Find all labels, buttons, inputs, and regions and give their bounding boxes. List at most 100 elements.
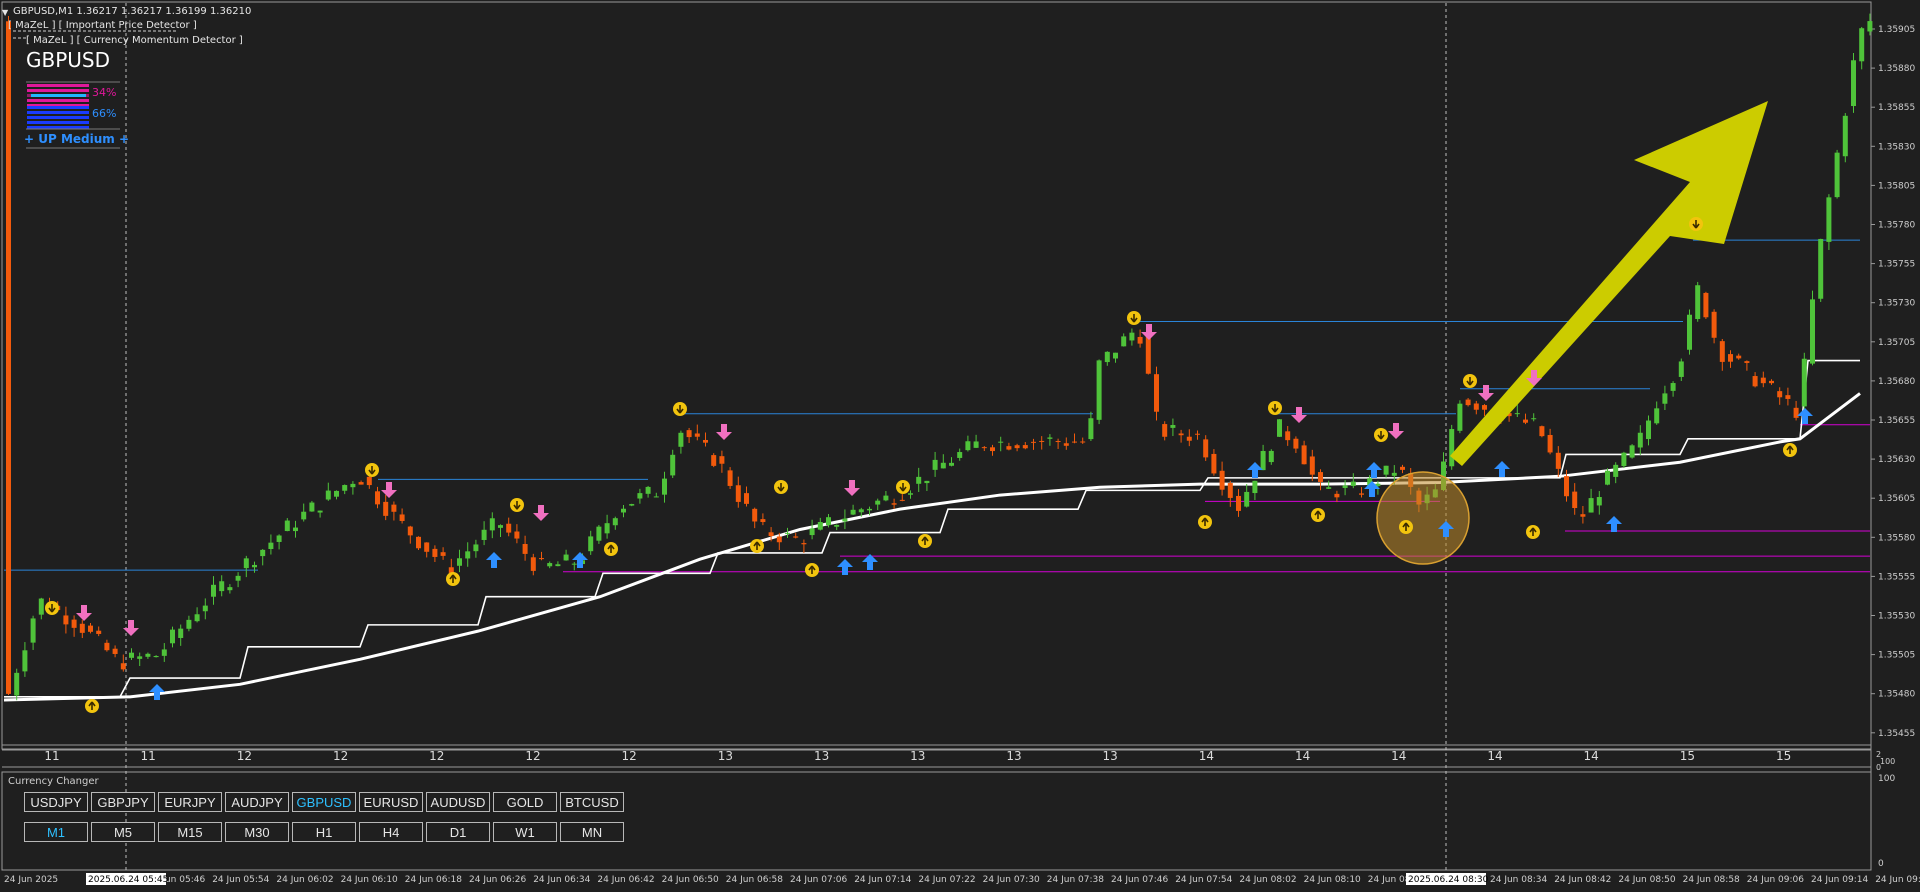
bull-candle (826, 517, 831, 526)
timeframe-button-m1[interactable]: M1 (24, 822, 88, 842)
bear-candle (1580, 514, 1586, 517)
bear-candle (793, 536, 799, 538)
meter-sell-bar (27, 89, 89, 92)
bull-candle (1104, 351, 1110, 363)
bull-candle (1842, 115, 1848, 157)
bull-candle (334, 490, 339, 497)
bear-candle (1711, 311, 1717, 338)
bear-candle (1547, 434, 1553, 453)
bear-candle (899, 499, 905, 501)
bull-candle (465, 551, 471, 559)
bear-candle (1523, 419, 1528, 423)
bear-candle (530, 557, 536, 571)
time-label: 24 Jun 2025 (4, 875, 58, 885)
sell-arrow (123, 620, 139, 636)
bull-candle (612, 518, 618, 526)
buy-percent: 66% (92, 107, 117, 120)
bear-candle (1334, 493, 1340, 498)
bear-candle (694, 433, 700, 437)
bull-candle (1596, 497, 1602, 506)
time-label: 24 Jun 07:54 (1175, 875, 1232, 885)
bear-candle (1293, 438, 1299, 449)
price-chart[interactable]: 1.35905 1.35880 1.35855 1.35830 1.35805 1.357… (0, 0, 1920, 892)
price-label: 1.35880 (1878, 64, 1915, 74)
timeframe-button-d1[interactable]: D1 (426, 822, 490, 842)
timeframe-button-h4[interactable]: H4 (359, 822, 423, 842)
big-trend-arrow (1450, 101, 1768, 466)
bear-candle (1080, 441, 1086, 443)
bull-candle (883, 495, 889, 501)
bear-candle (1359, 493, 1364, 495)
bull-candle (637, 493, 643, 499)
bull-candle (1342, 485, 1348, 488)
symbol-button-gbpjpy[interactable]: GBPJPY (91, 792, 155, 812)
sell-arrow (76, 605, 92, 621)
bull-candle (1646, 420, 1651, 440)
momentum-label: 12 (525, 749, 540, 763)
bear-candle (1769, 380, 1774, 384)
bull-candle (219, 581, 225, 592)
bear-candle (391, 504, 397, 512)
bear-candle (801, 543, 807, 545)
bull-candle (137, 656, 143, 659)
symbol-button-audusd[interactable]: AUDUSD (426, 792, 490, 812)
timeframe-button-mn[interactable]: MN (560, 822, 624, 842)
indicator-label-momentum-detector: [ MaZeL ] [ Currency Momentum Detector ] (26, 35, 243, 46)
bear-candle (776, 536, 782, 543)
bear-candle (1572, 491, 1578, 509)
bear-candle (1719, 341, 1725, 362)
bull-candle (309, 502, 315, 512)
bear-candle (416, 536, 421, 549)
bull-candle (1383, 465, 1389, 475)
bull-candle (276, 535, 282, 542)
bull-candle (1670, 383, 1676, 391)
bull-candle (571, 563, 577, 565)
symbol-button-audjpy[interactable]: AUDJPY (225, 792, 289, 812)
timeframe-button-m15[interactable]: M15 (158, 822, 222, 842)
bear-candle (120, 663, 126, 670)
buy-arrow (1366, 462, 1382, 478)
price-label: 1.35580 (1878, 533, 1915, 543)
timeframe-button-m5[interactable]: M5 (91, 822, 155, 842)
price-label: 1.35605 (1878, 494, 1915, 504)
sell-arrow (1291, 407, 1307, 423)
bear-candle (727, 470, 733, 486)
momentum-label: 15 (1776, 749, 1791, 763)
bear-candle (1186, 436, 1192, 441)
timeframe-button-w1[interactable]: W1 (493, 822, 557, 842)
bear-candle (752, 508, 758, 522)
buy-arrow (1606, 516, 1622, 532)
bear-candle (1400, 466, 1405, 470)
time-label: 24 Jun 06:26 (469, 875, 526, 885)
bull-candle (325, 490, 331, 500)
meter-sell-bar (27, 99, 89, 102)
timeframe-button-m30[interactable]: M30 (225, 822, 289, 842)
price-label: 1.35630 (1878, 455, 1915, 465)
bull-candle (301, 511, 307, 520)
price-label: 1.35905 (1878, 25, 1915, 35)
timeframe-button-h1[interactable]: H1 (292, 822, 356, 842)
symbol-button-usdjpy[interactable]: USDJPY (24, 792, 88, 812)
bear-candle (539, 558, 544, 560)
bear-candle (514, 531, 520, 539)
price-label: 1.35555 (1878, 572, 1915, 582)
bull-candle (1129, 332, 1135, 341)
bull-candle (1449, 429, 1455, 467)
time-label: 24 Jun 09:22 (1875, 875, 1920, 885)
symbol-button-eurusd[interactable]: EURUSD (359, 792, 423, 812)
price-label: 1.35780 (1878, 221, 1915, 231)
bull-candle (1695, 285, 1701, 319)
buy-arrow (837, 559, 853, 575)
symbol-button-gold[interactable]: GOLD (493, 792, 557, 812)
symbol-button-eurjpy[interactable]: EURJPY (158, 792, 222, 812)
time-label: 24 Jun 08:42 (1554, 875, 1611, 885)
bull-candle (342, 485, 348, 491)
bull-candle (662, 478, 667, 495)
currency-changer-title: Currency Changer (8, 776, 99, 787)
symbol-button-btcusd[interactable]: BTCUSD (560, 792, 624, 812)
buy-arrow (1494, 461, 1510, 477)
momentum-label: 14 (1584, 749, 1599, 763)
bull-candle (1252, 480, 1258, 494)
symbol-button-gbpusd[interactable]: GBPUSD (292, 792, 356, 812)
collapse-icon[interactable]: ▼ (2, 8, 8, 17)
